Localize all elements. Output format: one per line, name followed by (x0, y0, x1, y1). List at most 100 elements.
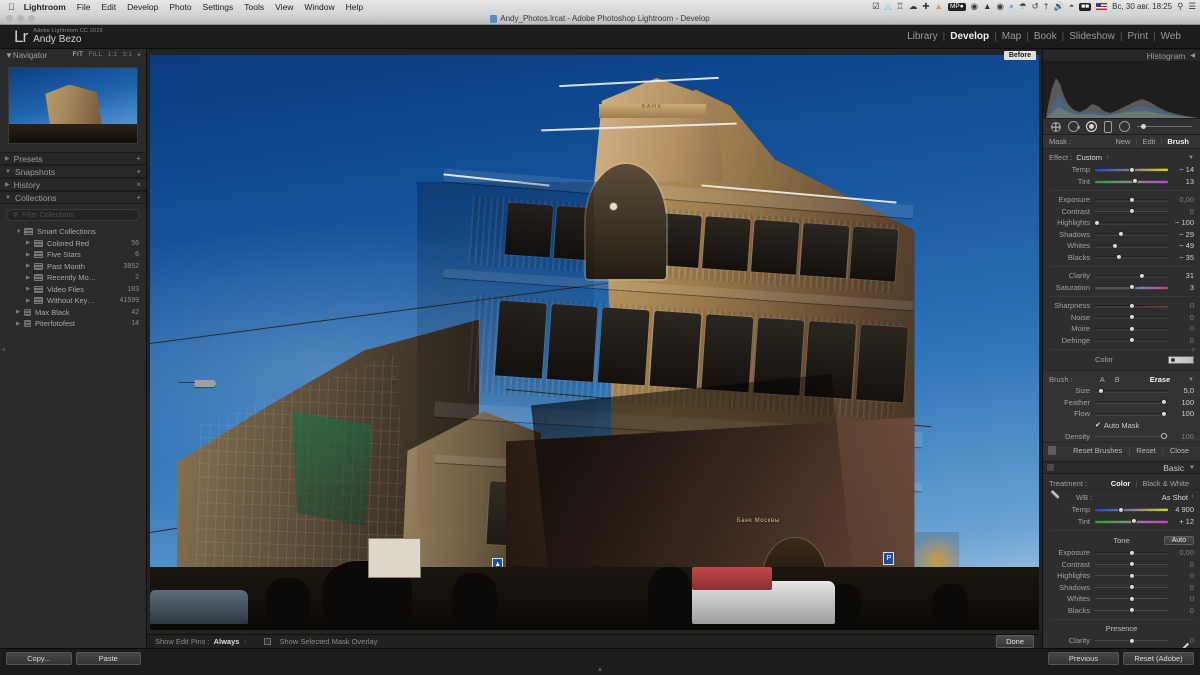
list-item[interactable]: ▶ Piterfotofest 14 (4, 318, 142, 330)
module-web[interactable]: Web (1156, 31, 1186, 42)
reset-adobe-button[interactable]: Reset (Adobe) (1123, 652, 1194, 665)
control-center-icon[interactable]: ☰ (1188, 0, 1196, 13)
previous-button[interactable]: Previous (1048, 652, 1119, 665)
mask-brush-button[interactable]: Brush (1162, 137, 1194, 146)
collections-twisty[interactable]: ▼ (5, 195, 11, 201)
navigator-header[interactable]: ▼ Navigator FIT FILL 1:1 3:1 ▾ (0, 49, 146, 61)
volume-icon[interactable]: 🔊 (1054, 0, 1065, 13)
reset-button[interactable]: Reset (1130, 446, 1162, 455)
warning-triangle-icon[interactable]: ▲ (935, 0, 943, 13)
menu-item-photo[interactable]: Photo (169, 2, 191, 12)
time-machine-icon[interactable]: ↺ (1032, 0, 1039, 13)
snapshots-twisty[interactable]: ▼ (5, 169, 11, 175)
list-item[interactable]: ▶ Past Month 3852 (4, 261, 142, 273)
close-button[interactable] (6, 15, 13, 22)
wb-dropdown-icon[interactable]: ↕ (1191, 494, 1194, 500)
clock-circle-icon[interactable]: ◉ (996, 0, 1003, 13)
slider-blacks[interactable]: Blacks − 35 (1043, 252, 1200, 264)
zoom-3-1[interactable]: 3:1 (122, 51, 132, 59)
treatment-bw-button[interactable]: Black & White (1137, 479, 1194, 488)
module-print[interactable]: Print (1122, 31, 1153, 42)
right-panel-collapse-icon[interactable]: ▸ (1192, 344, 1199, 353)
slider-basic-contrast[interactable]: Contrast 0 (1043, 559, 1200, 571)
done-button[interactable]: Done (996, 635, 1034, 648)
menu-item-lightroom[interactable]: Lightroom (24, 2, 66, 12)
apple-icon[interactable]:  (8, 2, 15, 12)
bluetooth-icon[interactable]: † (1044, 0, 1049, 13)
minimize-button[interactable] (17, 15, 24, 22)
checkmark-circle-icon[interactable]: ☑ (872, 0, 880, 13)
menu-item-edit[interactable]: Edit (101, 2, 116, 12)
slider-basic-exposure[interactable]: Exposure 0,00 (1043, 547, 1200, 559)
slider-defringe[interactable]: Defringe 0 (1043, 335, 1200, 347)
panel-header-basic[interactable]: Basic ▼ (1043, 461, 1200, 474)
histogram-caret-icon[interactable]: ◀ (1190, 52, 1195, 59)
slider-basic-tint[interactable]: Tint + 12 (1043, 516, 1200, 528)
color-drop-icon[interactable]: ● (1009, 0, 1014, 13)
wifi-icon[interactable]: ◓ (1069, 0, 1074, 13)
history-clear-icon[interactable]: × (136, 180, 141, 189)
module-develop[interactable]: Develop (945, 31, 994, 42)
slider-contrast[interactable]: Contrast 0 (1043, 206, 1200, 218)
effect-caret-icon[interactable]: ▼ (1188, 155, 1194, 161)
module-library[interactable]: Library (902, 31, 943, 42)
disclosure-icon[interactable]: ▶ (26, 275, 34, 281)
slider-basic-temp[interactable]: Temp 4 900 (1043, 504, 1200, 516)
list-item[interactable]: ▼ Smart Collections (4, 226, 142, 238)
basic-panel-switch[interactable] (1047, 464, 1054, 471)
window-controls[interactable] (6, 15, 35, 22)
left-panel-collapse-icon[interactable]: ◂ (1, 344, 8, 353)
shield-icon[interactable]: ♖ (896, 0, 904, 13)
disclosure-icon[interactable]: ▶ (26, 286, 34, 292)
edit-pins-dropdown-icon[interactable]: ↕ (243, 639, 246, 645)
brush-a-button[interactable]: A (1095, 375, 1110, 384)
slider-clarity-basic[interactable]: Clarity 0 (1043, 635, 1200, 647)
slider-tint[interactable]: Tint 13 (1043, 176, 1200, 188)
module-map[interactable]: Map (997, 31, 1026, 42)
bell-icon[interactable]: ▲ (983, 0, 991, 13)
search-icon[interactable]: ⚲ (1177, 0, 1183, 13)
mask-overlay-label[interactable]: Show Selected Mask Overlay (279, 637, 377, 646)
zoom-1-1[interactable]: 1:1 (108, 51, 118, 59)
effect-stepper-icon[interactable]: ↕ (1106, 155, 1109, 161)
stamp-icon[interactable] (1048, 446, 1056, 455)
disclosure-icon[interactable]: ▼ (16, 229, 24, 235)
histogram-graph[interactable] (1043, 62, 1200, 118)
panel-header-history[interactable]: ▶ History × (0, 178, 146, 191)
eyedropper-icon[interactable] (1049, 491, 1062, 504)
slider-brush-size[interactable]: Size 5,0 (1043, 385, 1200, 397)
auto-tone-button[interactable]: Auto (1163, 536, 1194, 545)
reset-brushes-button[interactable]: Reset Brushes (1067, 446, 1128, 455)
close-button[interactable]: Close (1164, 446, 1195, 455)
mask-edit-button[interactable]: Edit (1137, 137, 1160, 146)
panel-header-collections[interactable]: ▼ Collections + (0, 191, 146, 204)
panel-header-presets[interactable]: ▶ Presets + (0, 152, 146, 165)
module-slideshow[interactable]: Slideshow (1064, 31, 1120, 42)
menu-item-file[interactable]: File (77, 2, 91, 12)
navigator-twisty[interactable]: ▼ (5, 51, 13, 60)
brush-caret-icon[interactable]: ▼ (1188, 377, 1194, 383)
slider-brush-density[interactable]: Density 100 (1043, 431, 1200, 443)
list-item[interactable]: ▶ Colored Red 56 (4, 238, 142, 250)
filmstrip-toggle-icon[interactable]: ▲ (597, 666, 604, 673)
menu-item-settings[interactable]: Settings (203, 2, 234, 12)
slider-shadows[interactable]: Shadows − 29 (1043, 229, 1200, 241)
brush-b-button[interactable]: B (1110, 375, 1125, 384)
slider-whites[interactable]: Whites − 49 (1043, 240, 1200, 252)
wb-value[interactable]: As Shot (1162, 493, 1188, 502)
basic-caret-icon[interactable]: ▼ (1189, 465, 1195, 471)
menu-item-view[interactable]: View (275, 2, 293, 12)
panel-header-histogram[interactable]: Histogram ◀ (1043, 49, 1200, 62)
identity-plate[interactable]: Lr Adobe Lightroom CC 2015 Andy Bezo (0, 28, 103, 45)
red-eye-icon[interactable] (1086, 121, 1097, 132)
adjustment-brush-icon[interactable] (1137, 123, 1192, 129)
slider-basic-whites[interactable]: Whites 0 (1043, 593, 1200, 605)
disclosure-icon[interactable]: ▶ (26, 252, 34, 258)
effect-value[interactable]: Custom (1076, 153, 1102, 162)
zoom-fill[interactable]: FILL (88, 51, 102, 59)
slider-saturation[interactable]: Saturation 3 (1043, 282, 1200, 294)
disclosure-icon[interactable]: ▶ (16, 309, 24, 315)
zoom-dropdown-icon[interactable]: ▾ (137, 51, 141, 59)
mask-overlay-checkbox[interactable] (264, 638, 272, 645)
auto-mask-checkbox[interactable]: ✔ (1095, 421, 1101, 429)
